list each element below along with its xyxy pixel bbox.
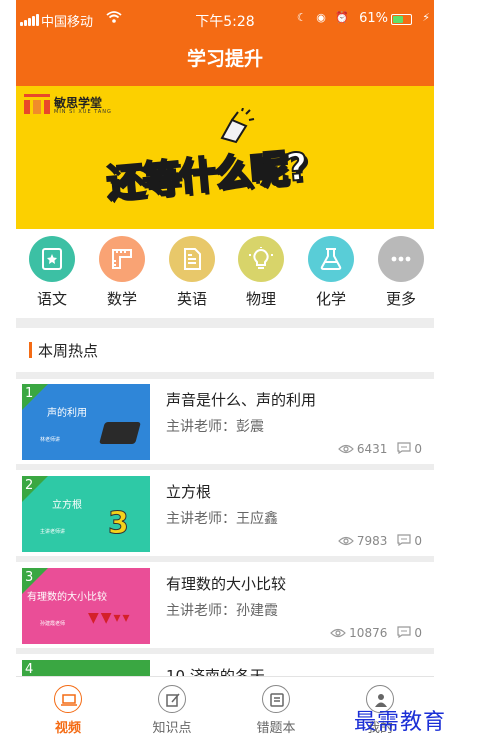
battery-icon	[391, 14, 412, 25]
course-thumbnail: 2 立方根主讲老师讲 3	[22, 476, 150, 552]
page-title: 学习提升	[186, 48, 263, 70]
comment-icon	[397, 442, 411, 457]
app-screen: 中国移动 下午5:28 ☾ ◉ ⏰ 61% ⚡ 学习提升 敏思学堂 MIN SI…	[16, 0, 434, 754]
thumbnail-subtitle: 主讲老师讲	[40, 529, 66, 535]
hot-section-header: 本周热点	[16, 328, 434, 372]
tab-label: 知识点	[152, 721, 192, 736]
tab-0[interactable]: 视频	[38, 685, 98, 736]
brand-logo-icon	[24, 94, 50, 114]
course-title: 声音是什么、声的利用	[166, 391, 317, 409]
category-5[interactable]: 更多	[376, 236, 426, 309]
tab-2[interactable]: 错题本	[246, 685, 306, 736]
lightbulb-icon	[238, 236, 284, 282]
funnel-graphic-icon: ▼▼▾▾	[88, 610, 132, 626]
row-divider	[16, 556, 434, 562]
rank-number: 4	[25, 662, 34, 677]
course-item[interactable]: 1 声的利用林老师讲 声音是什么、声的利用 主讲老师：彭震 6431 0	[16, 384, 434, 472]
category-label: 数学	[106, 290, 137, 308]
section-accent-bar	[29, 342, 32, 358]
view-count: 10876	[349, 626, 388, 640]
tab-label: 错题本	[256, 721, 296, 736]
notebook-icon	[262, 685, 290, 713]
laptop-icon	[54, 685, 82, 713]
subject-categories: 语文 数学 英语 物理 化学 更多	[16, 236, 434, 312]
eye-icon	[337, 443, 354, 457]
brand-subtitle: MIN SI XUE TANG	[54, 109, 112, 115]
category-4[interactable]: 化学	[306, 236, 356, 309]
comment-count: 0	[414, 534, 422, 548]
flask-icon	[308, 236, 354, 282]
course-item[interactable]: 3 有理数的大小比较 孙建霞老师 ▼▼▾▾ 有理数的大小比较 主讲老师：孙建霞 10876 0	[16, 568, 434, 656]
course-thumbnail: 1 声的利用林老师讲	[22, 384, 150, 460]
row-divider	[16, 648, 434, 654]
more-icon	[378, 236, 424, 282]
course-stats: 7983 0	[328, 534, 422, 549]
eye-icon	[337, 535, 354, 549]
charging-icon: ⚡	[422, 11, 430, 24]
category-2[interactable]: 英语	[167, 236, 217, 309]
thumbnail-subtitle: 孙建霞老师	[40, 621, 66, 627]
view-count: 6431	[356, 442, 388, 456]
section-title: 本周热点	[38, 342, 99, 360]
course-thumbnail: 3 有理数的大小比较孙建霞老师 ▼▼▾▾	[22, 568, 150, 644]
category-label: 物理	[245, 290, 276, 308]
promo-banner[interactable]: 敏思学堂 MIN SI XUE TANG 还等什么呢?	[16, 86, 434, 229]
course-teacher: 主讲老师：彭震	[166, 419, 264, 435]
category-label: 更多	[385, 290, 416, 308]
tab-label: 视频	[54, 721, 81, 736]
edit-icon	[158, 685, 186, 713]
ruler-icon	[99, 236, 145, 282]
banner-slogan: 还等什么呢?	[104, 143, 309, 206]
category-3[interactable]: 物理	[236, 236, 286, 309]
thumbnail-title: 有理数的大小比较	[27, 592, 107, 603]
course-item[interactable]: 2 立方根主讲老师讲 3 立方根主讲老师：王应鑫 7983 0	[16, 476, 434, 564]
thumbnail-subtitle: 林老师讲	[40, 437, 61, 443]
course-teacher: 主讲老师：孙建霞	[166, 603, 278, 619]
view-count: 7983	[356, 534, 388, 548]
watermark-text: 最需教育	[354, 710, 447, 735]
document-icon	[169, 236, 215, 282]
book-icon	[29, 236, 75, 282]
speaker-device-icon	[99, 422, 141, 444]
category-1[interactable]: 数学	[97, 236, 147, 309]
comment-icon	[397, 534, 411, 549]
battery-percent: 61%	[359, 11, 388, 26]
category-label: 化学	[315, 290, 346, 308]
alarm-icon: ☾ ◉ ⏰	[296, 11, 352, 24]
rank-number: 3	[25, 570, 34, 585]
thumbnail-title: 声的利用	[47, 408, 87, 419]
comment-icon	[397, 626, 411, 641]
comment-count: 0	[414, 442, 422, 456]
row-divider	[16, 464, 434, 470]
course-stats: 10876 0	[320, 626, 422, 641]
category-0[interactable]: 语文	[27, 236, 77, 309]
cube-number-graphic: 3	[108, 506, 130, 542]
tab-1[interactable]: 知识点	[142, 685, 202, 736]
rank-number: 1	[25, 386, 34, 401]
status-bar: 中国移动 下午5:28 ☾ ◉ ⏰ 61% ⚡	[16, 0, 434, 40]
app-header: 中国移动 下午5:28 ☾ ◉ ⏰ 61% ⚡ 学习提升	[16, 0, 434, 86]
rank-number: 2	[25, 478, 34, 493]
section-divider	[16, 372, 434, 379]
section-divider	[16, 318, 434, 328]
category-label: 语文	[36, 290, 67, 308]
category-label: 英语	[176, 290, 207, 308]
comment-count: 0	[414, 626, 422, 640]
eye-icon	[330, 627, 347, 641]
thumbnail-title: 立方根	[52, 500, 82, 511]
course-stats: 6431 0	[328, 442, 422, 457]
course-title: 有理数的大小比较	[166, 575, 287, 593]
course-title: 立方根	[166, 483, 212, 501]
course-teacher: 主讲老师：王应鑫	[166, 511, 278, 527]
